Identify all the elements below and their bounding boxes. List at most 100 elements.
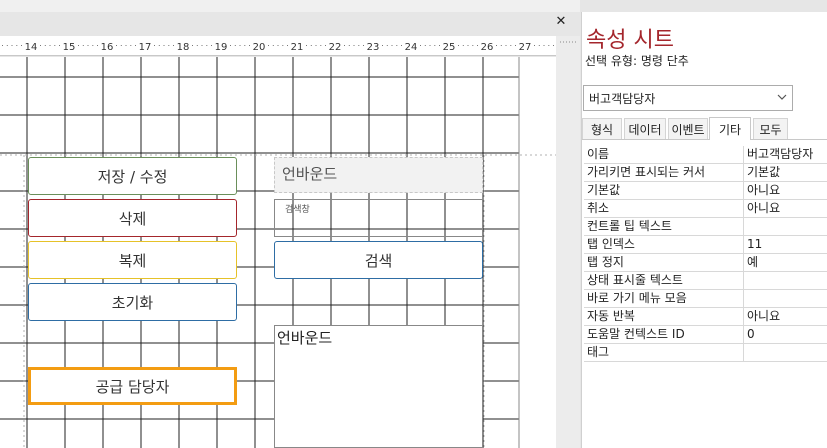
property-value[interactable]: 11 bbox=[745, 236, 827, 253]
ruler-minor-mark bbox=[534, 45, 535, 46]
property-value[interactable]: 버고객담당자 bbox=[745, 146, 827, 163]
ruler-minor-mark bbox=[396, 45, 398, 46]
ruler-minor-mark bbox=[358, 45, 360, 46]
ruler-minor-mark bbox=[21, 45, 22, 46]
property-value[interactable]: 아니요 bbox=[745, 200, 827, 217]
property-row-tab-index[interactable]: 탭 인덱스 11 bbox=[584, 236, 827, 254]
tab-format[interactable]: 형식 bbox=[582, 118, 622, 139]
ruler-minor-mark bbox=[510, 45, 512, 46]
chevron-down-icon[interactable] bbox=[776, 90, 788, 107]
ruler-minor-mark bbox=[472, 45, 474, 46]
delete-button[interactable]: 삭제 bbox=[28, 199, 237, 237]
ruler-tick-label: 20 bbox=[253, 42, 266, 53]
unbound-label[interactable]: 언바운드 bbox=[274, 157, 483, 193]
ruler-minor-mark bbox=[543, 45, 545, 46]
ruler-minor-mark bbox=[548, 45, 550, 46]
ruler-minor-mark bbox=[97, 45, 98, 46]
ruler-minor-mark bbox=[158, 45, 160, 46]
property-row-cancel[interactable]: 취소 아니요 bbox=[584, 200, 827, 218]
unbound-textbox[interactable]: 언바운드 bbox=[274, 325, 483, 448]
property-key: 자동 반복 bbox=[584, 308, 744, 325]
ruler-minor-mark bbox=[49, 45, 51, 46]
ruler-minor-mark bbox=[282, 45, 284, 46]
property-value[interactable]: 아니요 bbox=[745, 182, 827, 199]
ruler-minor-mark bbox=[92, 45, 94, 46]
close-button[interactable]: ✕ bbox=[553, 14, 569, 30]
ruler-minor-mark bbox=[348, 45, 350, 46]
tab-event[interactable]: 이벤트 bbox=[668, 118, 708, 139]
ruler-minor-mark bbox=[505, 45, 507, 46]
ruler-minor-mark bbox=[135, 45, 136, 46]
ruler-minor-mark bbox=[40, 45, 41, 46]
ruler-minor-mark bbox=[391, 45, 393, 46]
ruler-minor-mark bbox=[244, 45, 246, 46]
ruler-tick-label: 24 bbox=[405, 42, 418, 53]
ruler-minor-mark bbox=[306, 45, 307, 46]
ruler-minor-mark bbox=[78, 45, 79, 46]
ruler-minor-mark bbox=[82, 45, 84, 46]
tab-data[interactable]: 데이터 bbox=[624, 118, 666, 139]
ruler-tick-label: 17 bbox=[139, 42, 152, 53]
ruler-minor-mark bbox=[130, 45, 132, 46]
ruler-minor-mark bbox=[553, 45, 554, 46]
search-textbox[interactable]: 검색창 bbox=[274, 199, 483, 237]
ruler-minor-mark bbox=[515, 45, 516, 46]
property-value[interactable]: 0 bbox=[745, 326, 827, 343]
ruler-corner-icon bbox=[560, 41, 576, 43]
selection-type-label: 선택 유형: 명령 단추 bbox=[585, 54, 689, 68]
ruler-minor-mark bbox=[116, 45, 117, 46]
tab-all[interactable]: 모두 bbox=[753, 118, 788, 139]
ruler-minor-mark bbox=[477, 45, 478, 46]
property-row-tab-stop[interactable]: 탭 정지 예 bbox=[584, 254, 827, 272]
ruler-tick-label: 16 bbox=[101, 42, 114, 53]
ruler-minor-mark bbox=[6, 45, 8, 46]
ruler-minor-mark bbox=[16, 45, 18, 46]
ruler-tick-label: 23 bbox=[367, 42, 380, 53]
property-key: 바로 가기 메뉴 모음 bbox=[584, 290, 744, 307]
ruler-minor-mark bbox=[211, 45, 212, 46]
property-row-tooltip[interactable]: 컨트롤 팁 텍스트 bbox=[584, 218, 827, 236]
unbound-textbox-label: 언바운드 bbox=[277, 329, 333, 347]
property-row-default[interactable]: 기본값 아니요 bbox=[584, 182, 827, 200]
supplier-manager-button[interactable]: 공급 담당자 bbox=[28, 367, 237, 405]
ruler-minor-mark bbox=[420, 45, 421, 46]
object-selector-dropdown[interactable]: 버고객담당자 bbox=[583, 85, 793, 111]
ruler-minor-mark bbox=[382, 45, 383, 46]
vertical-scrollbar[interactable] bbox=[556, 36, 580, 448]
ruler-minor-mark bbox=[325, 45, 326, 46]
ruler-minor-mark bbox=[310, 45, 312, 46]
property-sheet: 속성 시트 선택 유형: 명령 단추 버고객담당자 형식 데이터 이벤트 기타 … bbox=[581, 12, 827, 448]
ruler-minor-mark bbox=[125, 45, 127, 46]
ruler-minor-mark bbox=[268, 45, 269, 46]
property-value[interactable] bbox=[745, 272, 827, 289]
form-design-grid[interactable]: 저장 / 수정 삭제 복제 초기화 공급 담당자 언바운드 검색창 검색 언바운… bbox=[0, 57, 556, 448]
property-row-name[interactable]: 이름 버고객담당자 bbox=[584, 146, 827, 164]
property-row-help-context[interactable]: 도움말 컨텍스트 ID 0 bbox=[584, 326, 827, 344]
property-value[interactable]: 아니요 bbox=[745, 308, 827, 325]
tab-other[interactable]: 기타 bbox=[709, 117, 751, 140]
ruler-minor-mark bbox=[11, 45, 13, 46]
ruler-minor-mark bbox=[192, 45, 193, 46]
property-row-auto-repeat[interactable]: 자동 반복 아니요 bbox=[584, 308, 827, 326]
ruler-minor-mark bbox=[44, 45, 46, 46]
property-row-cursor[interactable]: 가리키면 표시되는 커서 기본값 bbox=[584, 164, 827, 182]
property-value[interactable] bbox=[745, 218, 827, 235]
save-edit-button[interactable]: 저장 / 수정 bbox=[28, 157, 237, 195]
search-box-caption: 검색창 bbox=[285, 205, 310, 215]
duplicate-button[interactable]: 복제 bbox=[28, 241, 237, 279]
property-row-status-text[interactable]: 상태 표시줄 텍스트 bbox=[584, 272, 827, 290]
property-key: 기본값 bbox=[584, 182, 744, 199]
property-row-tag[interactable]: 태그 bbox=[584, 344, 827, 362]
ruler-minor-mark bbox=[249, 45, 250, 46]
search-button[interactable]: 검색 bbox=[274, 241, 483, 279]
property-value[interactable] bbox=[745, 344, 827, 361]
property-row-shortcut-menu[interactable]: 바로 가기 메뉴 모음 bbox=[584, 290, 827, 308]
property-value[interactable]: 기본값 bbox=[745, 164, 827, 181]
ruler-minor-mark bbox=[429, 45, 431, 46]
property-value[interactable] bbox=[745, 290, 827, 307]
property-value[interactable]: 예 bbox=[745, 254, 827, 271]
property-key: 이름 bbox=[584, 146, 744, 163]
reset-button[interactable]: 초기화 bbox=[28, 283, 237, 321]
ruler-minor-mark bbox=[458, 45, 459, 46]
ruler-minor-mark bbox=[230, 45, 231, 46]
